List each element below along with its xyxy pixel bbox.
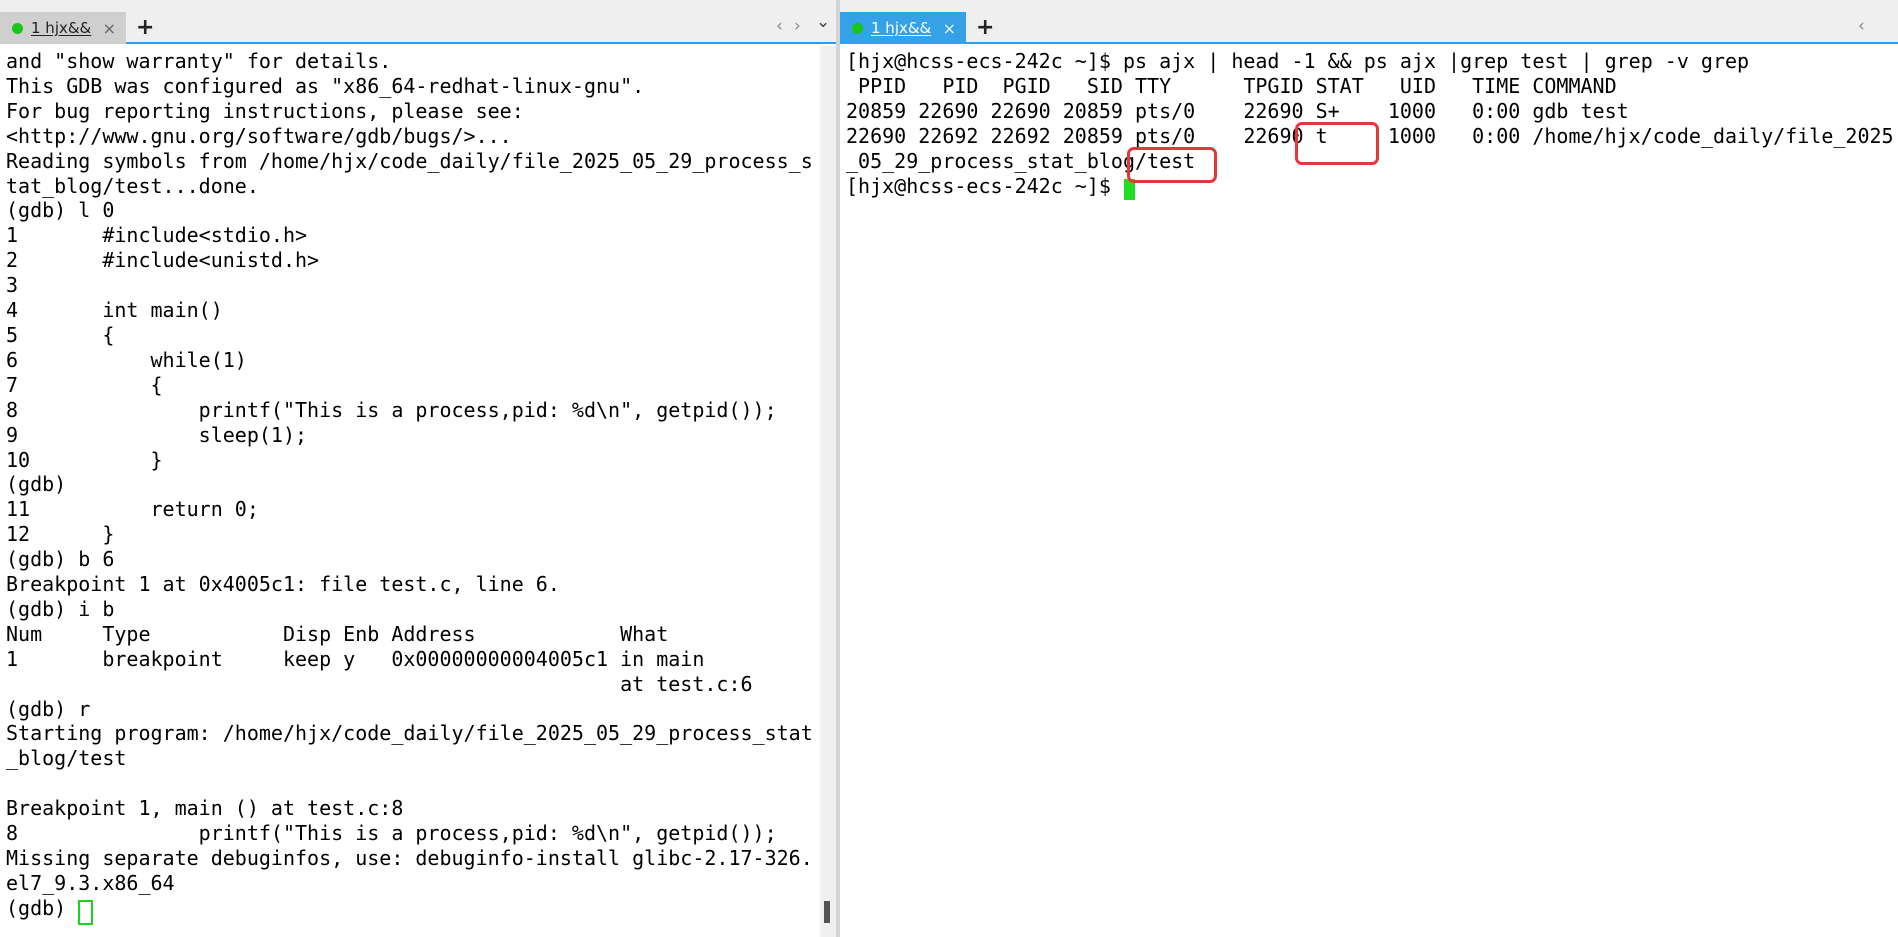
terminal-line: at test.c:6 [6, 671, 753, 696]
terminal-line: 11 return 0; [6, 497, 259, 522]
terminal-line: <http://www.gnu.org/software/gdb/bugs/>.… [6, 123, 512, 148]
terminal-line: (gdb) [6, 895, 79, 920]
scrollbar-thumb[interactable] [824, 901, 830, 923]
terminal-line: This GDB was configured as "x86_64-redha… [6, 73, 645, 98]
terminal-line: 8 printf("This is a process,pid: %d\n", … [6, 821, 777, 846]
terminal-line: Breakpoint 1, main () at test.c:8 [6, 796, 404, 821]
terminal-line: 9 sleep(1); [6, 422, 308, 447]
terminal-line: 1 #include<stdio.h> [6, 223, 308, 248]
terminal-line: 4 int main() [6, 298, 223, 323]
terminal-line: (gdb) r [6, 696, 91, 721]
right-terminal-pane[interactable]: 1 hjx&& × + ‹ [hjx@hcss-ecs-242c ~]$ ps … [840, 0, 1898, 937]
terminal-line: Reading symbols from /home/hjx/code_dail… [6, 148, 813, 173]
stat-highlight-box [1295, 122, 1379, 165]
terminal-line: Breakpoint 1 at 0x4005c1: file test.c, l… [6, 572, 560, 597]
terminal-line: 10 } [6, 447, 163, 472]
left-session-tab[interactable]: 1 hjx&& × [0, 12, 126, 44]
right-session-tab[interactable]: 1 hjx&& × [840, 12, 966, 44]
terminal-line: (gdb) i b [6, 596, 115, 621]
terminal-cursor [78, 900, 93, 925]
terminal-line: 5 { [6, 322, 115, 347]
close-icon[interactable]: × [103, 19, 116, 38]
left-scrollbar[interactable] [820, 46, 836, 937]
terminal-line: and "show warranty" for details. [6, 49, 392, 73]
terminal-line: Missing separate debuginfos, use: debugi… [6, 846, 813, 870]
terminal-line: (gdb) [6, 472, 67, 497]
chevron-left-icon[interactable]: ‹ [1858, 16, 1865, 36]
left-tab-label: 1 hjx&& [31, 19, 92, 37]
terminal-line: Starting program: /home/hjx/code_daily/f… [6, 721, 813, 746]
terminal-line: (gdb) l 0 [6, 198, 115, 223]
terminal-line: (gdb) b 6 [6, 547, 115, 572]
command-highlight-box [1127, 147, 1217, 183]
left-tab-bar: 1 hjx&& × + ‹ › ⌄ [0, 0, 836, 44]
terminal-line: 8 printf("This is a process,pid: %d\n", … [6, 397, 777, 422]
terminal-line: 1 breakpoint keep y 0x00000000004005c1 i… [6, 646, 705, 671]
left-terminal-pane[interactable]: 1 hjx&& × + ‹ › ⌄ and "show warranty" fo… [0, 0, 836, 937]
terminal-line: PPID PID PGID SID TTY TPGID STAT UID TIM… [846, 73, 1617, 98]
terminal-line: 6 while(1) [6, 347, 247, 372]
terminal-line: 12 } [6, 522, 115, 547]
chevron-right-icon[interactable]: › [794, 16, 801, 36]
terminal-line: [hjx@hcss-ecs-242c ~]$ [846, 173, 1123, 198]
terminal-line: el7_9.3.x86_64 [6, 870, 175, 895]
gdb-terminal-output: and "show warranty" for details. This GD… [6, 49, 813, 921]
terminal-line: [hjx@hcss-ecs-242c ~]$ ps ajx | head -1 … [846, 49, 1750, 73]
right-tab-label: 1 hjx&& [871, 19, 932, 37]
terminal-line: Num Type Disp Enb Address What [6, 621, 669, 646]
right-tab-bar: 1 hjx&& × + ‹ [840, 0, 1898, 44]
terminal-line: 7 { [6, 372, 163, 397]
terminal-line: tat_blog/test...done. [6, 173, 259, 198]
connected-status-icon [852, 22, 863, 34]
terminal-line: 20859 22690 22690 20859 pts/0 22690 S+ 1… [846, 98, 1629, 123]
chevron-left-icon[interactable]: ‹ [776, 16, 783, 36]
terminal-line: 3 [6, 273, 19, 298]
terminal-line: _blog/test [6, 746, 127, 771]
terminal-line: For bug reporting instructions, please s… [6, 98, 524, 123]
terminal-line: 2 #include<unistd.h> [6, 248, 320, 273]
new-tab-plus-icon[interactable]: + [136, 14, 154, 42]
connected-status-icon [12, 22, 23, 34]
new-tab-plus-icon[interactable]: + [976, 14, 994, 42]
chevron-down-icon[interactable]: ⌄ [816, 12, 830, 32]
close-icon[interactable]: × [943, 19, 956, 38]
